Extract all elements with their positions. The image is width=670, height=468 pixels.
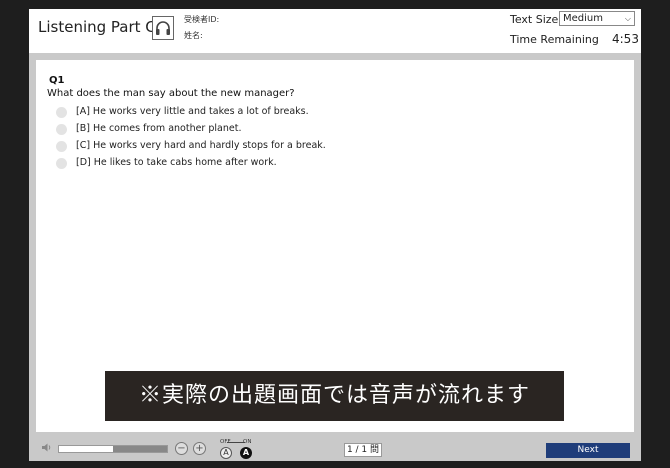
headphone-icon: [152, 16, 174, 40]
option-d-text: [D] He likes to take cabs home after wor…: [76, 157, 277, 168]
examinee-id-label: 受検者ID:: [184, 15, 220, 24]
radio-option-c[interactable]: [56, 141, 67, 152]
toggle-divider: [227, 442, 245, 443]
question-panel: Q1 What does the man say about the new m…: [36, 60, 634, 432]
examinee-name-label: 姓名:: [184, 31, 203, 40]
option-a-text: [A] He works very little and takes a lot…: [76, 106, 309, 117]
option-c-text: [C] He works very hard and hardly stops …: [76, 140, 326, 151]
page-indicator: 1 / 1 問: [344, 443, 382, 457]
chevron-down-icon: ⌵: [624, 14, 631, 23]
time-remaining-value: 4:53: [612, 32, 639, 46]
time-remaining-label: Time Remaining: [510, 33, 599, 46]
audio-progress-bar[interactable]: [58, 445, 168, 453]
speaker-icon[interactable]: [41, 442, 53, 456]
toggle-off-button[interactable]: A: [220, 447, 232, 459]
text-size-select[interactable]: Medium ⌵: [559, 11, 635, 26]
radio-option-b[interactable]: [56, 124, 67, 135]
header-bar: Listening Part C 受検者ID: 姓名: Text Size Me…: [29, 9, 641, 53]
footer-bar: − + OFF ON A A 1 / 1 問 Next: [29, 437, 641, 461]
text-size-label: Text Size: [510, 13, 559, 26]
next-button[interactable]: Next: [546, 443, 630, 458]
radio-option-a[interactable]: [56, 107, 67, 118]
zoom-in-button[interactable]: +: [193, 442, 206, 455]
option-b-text: [B] He comes from another planet.: [76, 123, 242, 134]
zoom-out-button[interactable]: −: [175, 442, 188, 455]
toggle-on-button[interactable]: A: [240, 447, 252, 459]
test-window: Listening Part C 受検者ID: 姓名: Text Size Me…: [29, 9, 641, 461]
audio-progress-fill: [59, 446, 113, 452]
question-number: Q1: [49, 75, 65, 86]
audio-notice-banner: ※実際の出題画面では音声が流れます: [105, 371, 564, 421]
text-size-value: Medium: [563, 13, 603, 24]
question-text: What does the man say about the new mana…: [47, 88, 295, 99]
radio-option-d[interactable]: [56, 158, 67, 169]
section-title: Listening Part C: [38, 18, 156, 36]
